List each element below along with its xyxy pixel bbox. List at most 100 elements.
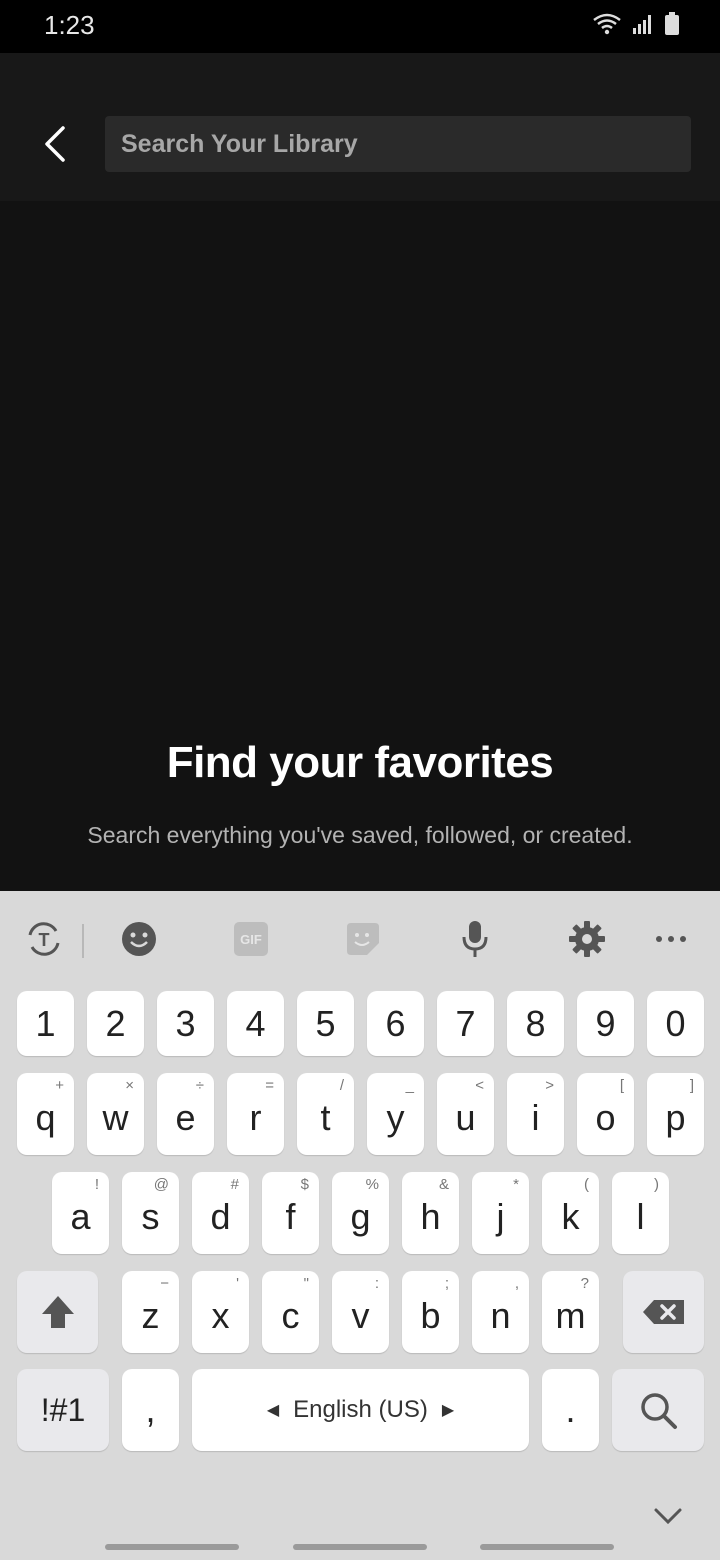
key-hint: ×	[125, 1077, 134, 1094]
key-hint: <	[475, 1077, 484, 1094]
key-hint: (	[584, 1176, 589, 1193]
key-o[interactable]: [o	[577, 1073, 634, 1155]
key-y[interactable]: _ y	[367, 1073, 424, 1155]
key-f[interactable]: $ f	[262, 1172, 319, 1254]
wifi-icon	[593, 13, 621, 35]
key-d[interactable]: # d	[192, 1172, 249, 1254]
key-v[interactable]: :v	[332, 1271, 389, 1353]
chevron-down-icon	[654, 1508, 682, 1525]
key-t[interactable]: / t	[297, 1073, 354, 1155]
symbols-key[interactable]: !#1	[17, 1369, 109, 1451]
nav-home[interactable]	[293, 1544, 427, 1550]
key-label: 9	[595, 1002, 616, 1044]
key-label: 1	[35, 1002, 56, 1044]
key-label: 3	[175, 1002, 196, 1044]
key-label: p	[665, 1097, 686, 1138]
key-e[interactable]: ÷ e	[157, 1073, 214, 1155]
key-u[interactable]: < u	[437, 1073, 494, 1155]
keyboard-hide-button[interactable]	[648, 1501, 688, 1531]
shift-icon	[41, 1296, 74, 1328]
key-hint: =	[265, 1077, 274, 1094]
settings-icon[interactable]	[563, 915, 611, 963]
key-label: s	[141, 1196, 160, 1237]
more-icon[interactable]	[647, 915, 695, 963]
key-n[interactable]: ,n	[472, 1271, 529, 1353]
key-1[interactable]: 1	[17, 991, 74, 1056]
key-7[interactable]: 7	[437, 991, 494, 1056]
search-box[interactable]	[105, 116, 691, 172]
key-z[interactable]: − z	[122, 1271, 179, 1353]
key-x[interactable]: ' x	[192, 1271, 249, 1353]
space-key-label: English (US)	[293, 1396, 428, 1423]
key-label: m	[555, 1295, 586, 1336]
key-label: x	[211, 1295, 230, 1336]
key-k[interactable]: (k	[542, 1172, 599, 1254]
key-9[interactable]: 9	[577, 991, 634, 1056]
sticker-icon[interactable]	[339, 915, 387, 963]
mic-icon[interactable]	[451, 915, 499, 963]
nav-back[interactable]	[480, 1544, 614, 1550]
back-button[interactable]	[30, 116, 80, 172]
key-j[interactable]: * j	[472, 1172, 529, 1254]
key-4[interactable]: 4	[227, 991, 284, 1056]
key-b[interactable]: ; b	[402, 1271, 459, 1353]
toolbar-divider	[82, 924, 84, 958]
app-header	[0, 53, 720, 201]
key-m[interactable]: ? m	[542, 1271, 599, 1353]
key-hint: +	[55, 1077, 64, 1094]
key-q[interactable]: + q	[17, 1073, 74, 1155]
key-p[interactable]: ] p	[647, 1073, 704, 1155]
comma-key[interactable]: ,	[122, 1369, 179, 1451]
comma-key-label: ,	[145, 1389, 156, 1430]
key-label: o	[595, 1097, 616, 1138]
key-6[interactable]: 6	[367, 991, 424, 1056]
key-label: 8	[525, 1002, 546, 1044]
key-r[interactable]: = r	[227, 1073, 284, 1155]
backspace-key[interactable]	[623, 1271, 704, 1353]
empty-state: Find your favorites Search everything yo…	[0, 730, 720, 849]
key-hint: #	[230, 1176, 239, 1193]
shift-key[interactable]	[17, 1271, 98, 1353]
arrow-left-icon: ◀	[266, 1402, 280, 1419]
key-8[interactable]: 8	[507, 991, 564, 1056]
key-0[interactable]: 0	[647, 991, 704, 1056]
backspace-icon	[642, 1300, 684, 1324]
key-label: 7	[455, 1002, 476, 1044]
emoji-icon[interactable]	[115, 915, 163, 963]
period-key[interactable]: .	[542, 1369, 599, 1451]
search-input[interactable]	[119, 128, 691, 160]
key-label: u	[455, 1097, 476, 1138]
key-hint: "	[303, 1275, 309, 1292]
key-label: k	[561, 1196, 580, 1237]
search-key[interactable]	[612, 1369, 704, 1451]
empty-state-title: Find your favorites	[166, 738, 554, 787]
battery-icon	[665, 12, 679, 35]
key-l[interactable]: ) l	[612, 1172, 669, 1254]
key-5[interactable]: 5	[297, 991, 354, 1056]
key-g[interactable]: % g	[332, 1172, 389, 1254]
key-hint: ,	[514, 1275, 519, 1292]
key-h[interactable]: & h	[402, 1172, 459, 1254]
key-label: n	[490, 1295, 511, 1336]
keyboard: T GIF 1 2 3 4 5 6 7 8 9 0 + q × w ÷ e = …	[0, 891, 720, 1560]
key-s[interactable]: @ s	[122, 1172, 179, 1254]
nav-recents[interactable]	[105, 1544, 239, 1550]
key-i[interactable]: > i	[507, 1073, 564, 1155]
status-time: 1:23	[44, 10, 95, 40]
key-c[interactable]: " c	[262, 1271, 319, 1353]
key-label: 0	[665, 1002, 686, 1044]
key-label: v	[351, 1295, 370, 1336]
key-2[interactable]: 2	[87, 991, 144, 1056]
key-3[interactable]: 3	[157, 991, 214, 1056]
key-label: l	[636, 1196, 645, 1237]
key-hint: −	[160, 1275, 169, 1292]
text-transform-icon[interactable]: T	[20, 915, 68, 963]
key-w[interactable]: × w	[87, 1073, 144, 1155]
back-arrow-icon	[45, 126, 65, 162]
key-label: w	[102, 1097, 129, 1138]
space-key[interactable]: ◀ English (US) ▶	[192, 1369, 529, 1451]
gif-icon[interactable]: GIF	[227, 915, 275, 963]
key-hint: )	[654, 1176, 659, 1193]
key-a[interactable]: ! a	[52, 1172, 109, 1254]
arrow-right-icon: ▶	[441, 1402, 455, 1419]
